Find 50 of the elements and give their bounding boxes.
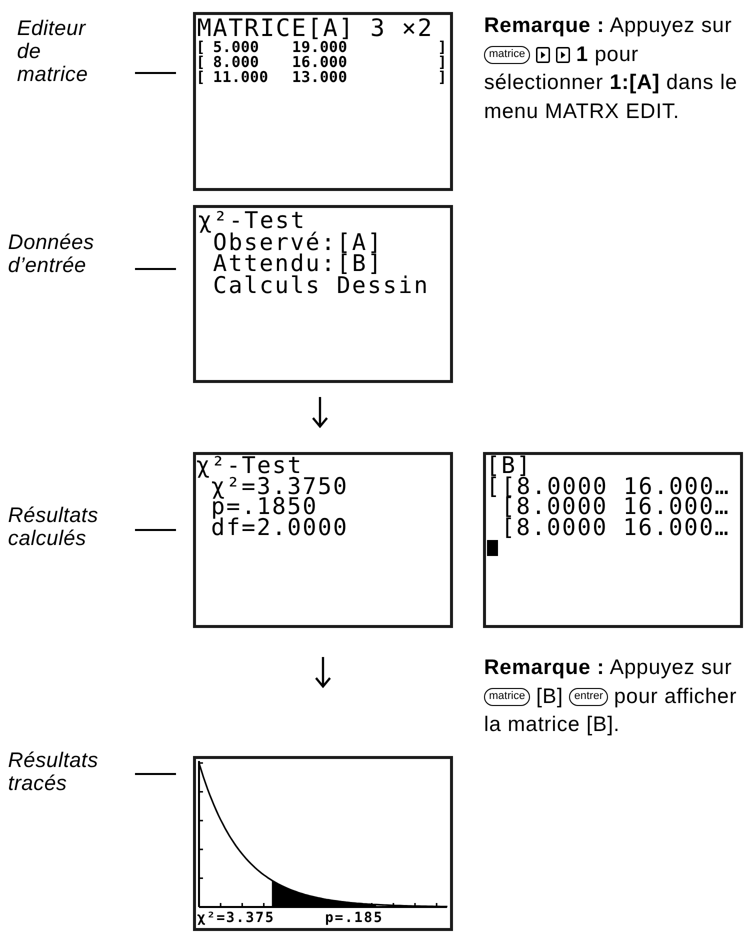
screen-line: [[8.0000 16.000… [486,476,731,497]
leader-line [135,773,176,775]
note-text: Remarque : Appuyez sur [484,13,732,39]
calculator-key: matrice [484,46,530,64]
step-label: Editeur de matrice [17,17,89,86]
calculator-key: entrer [569,688,608,706]
matrix-bracket: [ [196,55,206,70]
note-text: 1 pour [576,42,639,68]
step-label: Résultats tracés [8,749,100,795]
matrix-value: 5.000 [213,40,260,55]
leader-line [135,529,176,531]
leader-line [135,268,176,270]
graph-readout: χ²=3.375 [197,909,275,928]
right-arrow-key-icon [556,46,570,63]
screen-line: Attendu:[B] [212,254,383,276]
matrix-value: 8.000 [213,55,260,70]
leader-line [135,72,176,74]
step-label: Données d’entrée [8,231,96,277]
down-arrow-icon [314,657,332,688]
cursor-icon [487,540,498,556]
note-text: pour afficher [614,684,737,710]
screen-line: χ²=3.3750 [211,476,350,497]
right-arrow-key-icon [536,46,550,63]
matrix-bracket: ] [438,55,447,70]
matrix-value: 19.000 [292,40,348,55]
matrix-value: 16.000 [292,55,348,70]
screen-line: [8.0000 16.000… [500,518,731,538]
screen-line: df=2.0000 [210,518,350,538]
note-text: Remarque : Appuyez sur [484,655,732,681]
screen-title: [B] [486,456,532,476]
matrix-bracket: ] [438,70,447,85]
matrix-bracket: [ [196,40,206,55]
note-text: la matrice [B]. [484,712,620,738]
matrix-bracket: [ [196,70,206,85]
screen-line: [8.0000 16.000… [501,497,731,518]
screen-line: p=.1850 [210,497,318,518]
screen-title: χ²-Test [198,211,306,232]
graph-readout: p=.185 [325,909,384,928]
note-text: [B] [536,684,564,710]
calculator-key: matrice [484,688,530,706]
matrix-value: 11.000 [213,70,268,85]
screen-title: MATRICE[A] 3 ×2 [196,16,434,40]
screen-line: Observé:[A] [213,232,384,254]
step-label: Résultats calculés [8,504,100,550]
matrix-bracket: ] [438,40,447,55]
screen-title: χ²-Test [196,456,303,476]
matrix-value: 13.000 [292,70,348,85]
note-text: sélectionner 1:[A] dans le menu MATRX EDIT. [484,70,738,124]
screen-line: Calculs Dessin [212,276,430,297]
down-arrow-icon [311,397,329,428]
